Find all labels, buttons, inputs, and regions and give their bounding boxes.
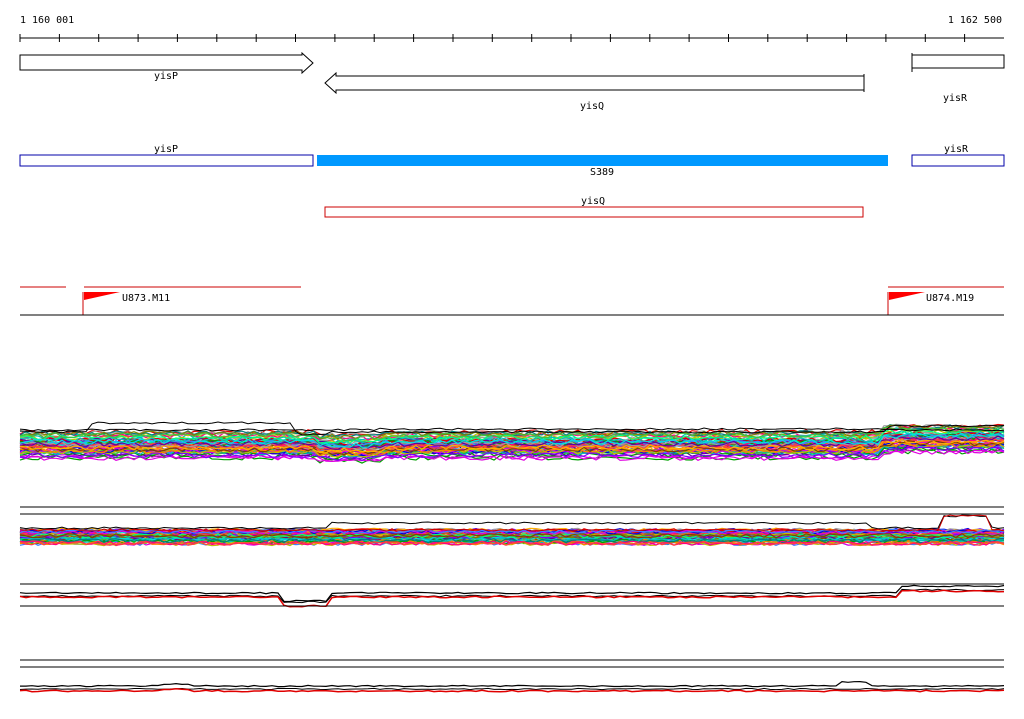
expression-panel-4 (19, 680, 1005, 693)
gene-label-yisP: yisP (154, 71, 178, 82)
genome-canvas: 1 160 001 1 162 500 yisP yisQ yisR yisP … (19, 15, 1005, 693)
position-ruler: 1 160 001 1 162 500 (19, 15, 1004, 42)
gene-track: yisP yisQ yisR (19, 51, 1005, 112)
feature-yisP[interactable]: yisP (19, 144, 314, 167)
feature-yisQ[interactable]: yisQ (324, 196, 864, 218)
flag-icon (889, 292, 925, 300)
feature-label-S389: S389 (590, 167, 614, 178)
terminator-label-right: U874.M19 (926, 293, 974, 304)
expression-trace (19, 514, 1005, 530)
terminator-left[interactable]: U873.M11 (82, 292, 170, 315)
expression-panel-2 (19, 514, 1005, 547)
gene-arrow-shape[interactable] (324, 71, 865, 95)
feature-segment-bar[interactable] (317, 155, 888, 166)
feature-label-yisR: yisR (944, 144, 969, 155)
gene-arrow-shape[interactable] (911, 54, 1005, 69)
feature-box[interactable] (19, 154, 314, 167)
terminator-label-left: U873.M11 (122, 293, 170, 304)
expression-trace (19, 584, 1005, 603)
feature-box[interactable] (324, 206, 864, 218)
flag-icon (84, 292, 120, 300)
expression-panel-1 (19, 421, 1005, 464)
expression-trace (19, 427, 1005, 432)
gene-arrow-yisQ[interactable]: yisQ (324, 71, 865, 112)
gene-arrow-shape[interactable] (19, 51, 314, 75)
expression-panel-3 (19, 584, 1005, 608)
feature-label-yisP: yisP (154, 144, 178, 155)
ruler-end-label: 1 162 500 (948, 15, 1002, 26)
gene-label-yisQ: yisQ (580, 101, 604, 112)
expression-trace (20, 680, 1005, 688)
terminator-right[interactable]: U874.M19 (887, 292, 974, 315)
feature-track: yisP S389 yisR yisQ (19, 144, 1005, 218)
feature-box[interactable] (911, 154, 1005, 167)
gene-arrow-yisR[interactable]: yisR (911, 53, 1005, 104)
ruler-start-label: 1 160 001 (20, 15, 74, 26)
feature-yisR[interactable]: yisR (911, 144, 1005, 167)
feature-label-yisQ: yisQ (581, 196, 605, 207)
gene-arrow-yisP[interactable]: yisP (19, 51, 314, 82)
feature-S389[interactable]: S389 (317, 155, 888, 178)
terminator-track: U873.M11 U874.M19 (20, 286, 1004, 316)
gene-label-yisR: yisR (943, 93, 968, 104)
genome-browser-view: 1 160 001 1 162 500 yisP yisQ yisR yisP … (0, 0, 1024, 714)
